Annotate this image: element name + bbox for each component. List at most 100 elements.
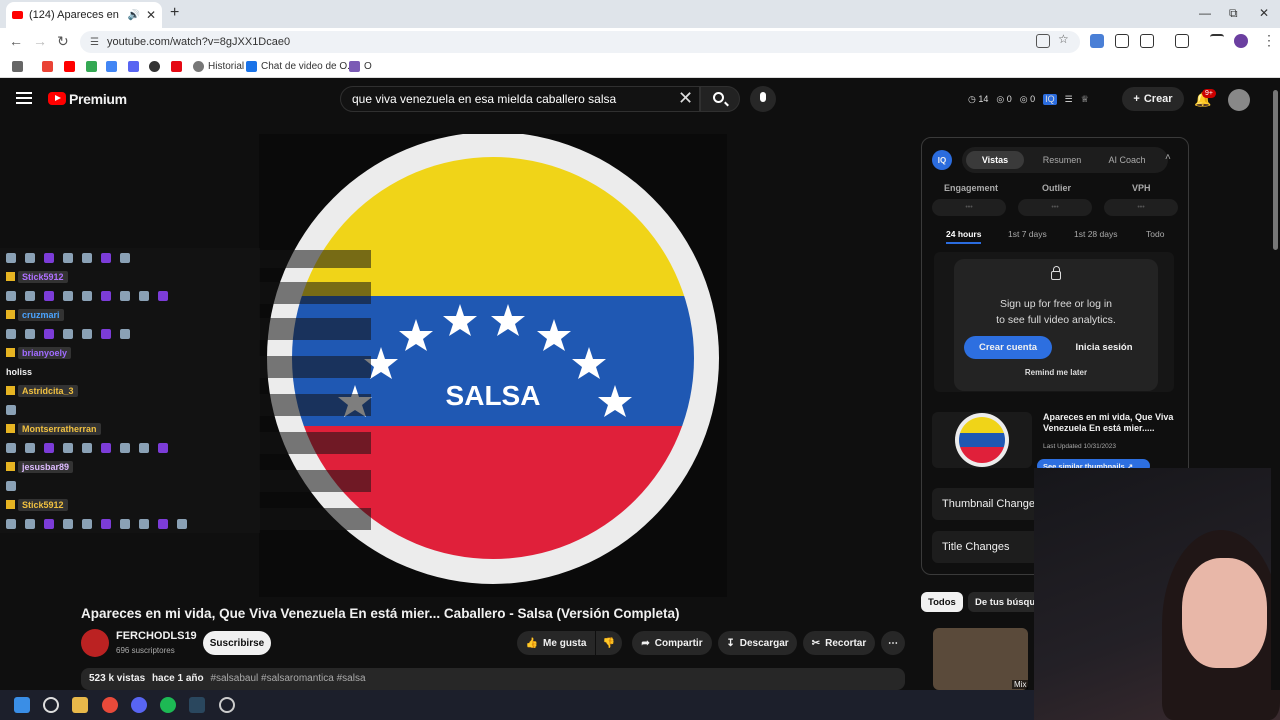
list-icon[interactable]: ☰ <box>1065 94 1073 105</box>
chat-emote-icon <box>63 518 73 529</box>
discord-icon[interactable] <box>131 697 147 713</box>
chip-todos[interactable]: Todos <box>921 592 963 612</box>
chat-emote-icon <box>120 290 130 301</box>
iq-extension-icon[interactable]: IQ <box>1043 94 1057 105</box>
collapse-chevron-icon[interactable]: ˄ <box>1165 152 1171 163</box>
new-tab-button[interactable]: + <box>170 4 179 22</box>
youtube-bookmark-icon[interactable] <box>64 61 79 72</box>
engagement-value: ••• <box>932 199 1006 216</box>
close-tab-icon[interactable]: ✕ <box>146 8 156 22</box>
gmail-bookmark-icon[interactable] <box>42 61 57 72</box>
range-28-days[interactable]: 1st 28 days <box>1074 229 1117 239</box>
iq-logo-icon: IQ <box>932 150 952 170</box>
browser-tab[interactable]: (124) Apareces en mi vida, Que 🔊 ✕ <box>6 2 162 28</box>
extension-icon[interactable] <box>1115 34 1129 48</box>
metric-label: VPH <box>1132 183 1151 193</box>
search-input[interactable]: que viva venezuela en esa mielda caballe… <box>340 86 700 112</box>
video-player[interactable]: SALSA <box>259 132 727 597</box>
chrome-icon[interactable] <box>102 697 118 713</box>
chat-emote-icon <box>158 290 168 301</box>
remind-later-link[interactable]: Remind me later <box>954 368 1158 377</box>
chat-username[interactable]: brianyoely <box>18 346 72 359</box>
youtube-logo-icon[interactable] <box>48 92 66 105</box>
maps-bookmark-icon[interactable] <box>86 61 101 72</box>
close-window-button[interactable]: ✕ <box>1259 6 1269 20</box>
search-button[interactable] <box>700 86 740 112</box>
steam-icon[interactable] <box>189 697 205 713</box>
chat-emote-icon <box>101 328 111 339</box>
like-button[interactable]: 👍 Me gusta <box>517 631 595 655</box>
tab-vistas[interactable]: Vistas <box>966 151 1024 169</box>
tab-ai-coach[interactable]: AI Coach <box>1096 151 1158 169</box>
profile-avatar-icon[interactable] <box>1234 34 1248 48</box>
bookmark-o[interactable]: O <box>349 61 372 72</box>
more-actions-button[interactable]: ⋯ <box>881 631 905 655</box>
tab-title: (124) Apareces en mi vida, Que <box>29 9 121 21</box>
extensions-puzzle-icon[interactable] <box>1140 34 1154 48</box>
clear-search-icon[interactable]: ✕ <box>678 89 693 107</box>
subscribe-button[interactable]: Suscribirse <box>203 631 271 655</box>
thumbnail-preview <box>932 412 1032 468</box>
range-7-days[interactable]: 1st 7 days <box>1008 229 1047 239</box>
bookmark-icon[interactable] <box>149 61 164 72</box>
netflix-bookmark-icon[interactable] <box>171 61 186 72</box>
bookmark-star-icon[interactable]: ☆ <box>1058 32 1072 46</box>
reading-list-icon[interactable] <box>1175 34 1189 48</box>
obs-icon[interactable] <box>219 697 235 713</box>
download-button[interactable]: ↧ Descargar <box>718 631 797 655</box>
hashtags[interactable]: #salsabaul #salsaromantica #salsa <box>210 673 365 684</box>
audio-playing-icon[interactable]: 🔊 <box>127 10 139 21</box>
create-button[interactable]: + Crear <box>1122 87 1184 111</box>
spotify-icon[interactable] <box>160 697 176 713</box>
file-explorer-icon[interactable] <box>72 697 88 713</box>
dislike-button[interactable]: 👎 <box>596 631 622 655</box>
clip-button[interactable]: ✂ Recortar <box>803 631 875 655</box>
page-scrollbar[interactable] <box>1271 80 1280 690</box>
restore-button[interactable]: ⧉ <box>1229 6 1238 21</box>
minimize-button[interactable]: — <box>1199 6 1211 20</box>
brand-label[interactable]: Premium <box>69 91 127 107</box>
back-arrow-icon[interactable]: ← <box>9 33 23 49</box>
chat-username[interactable]: jesusbar89 <box>18 460 74 473</box>
chat-username[interactable]: Montserratherran <box>18 422 101 435</box>
chat-username[interactable]: Stick5912 <box>18 270 68 283</box>
range-todo[interactable]: Todo <box>1146 229 1164 239</box>
discord-bookmark-icon[interactable] <box>128 61 143 72</box>
chat-username[interactable]: Astridcita_3 <box>18 384 78 397</box>
windows-start-icon[interactable] <box>14 697 30 713</box>
chat-username[interactable]: cruzmari <box>18 308 64 321</box>
create-account-button[interactable]: Crear cuenta <box>964 336 1052 359</box>
cast-icon[interactable] <box>1036 34 1050 48</box>
description-box[interactable]: 523 k vistas hace 1 año #salsabaul #sals… <box>81 668 905 690</box>
taskbar-search-icon[interactable] <box>43 697 59 713</box>
channel-avatar[interactable] <box>81 629 109 657</box>
channel-name[interactable]: FERCHODLS19 <box>116 630 197 642</box>
reload-icon[interactable]: ↻ <box>57 33 69 50</box>
chat-emote-icon <box>44 290 54 301</box>
menu-icon[interactable] <box>16 92 32 104</box>
voice-search-button[interactable] <box>750 86 776 112</box>
bookmark-icon[interactable] <box>106 61 121 72</box>
bookmark-history[interactable]: Historial <box>193 61 244 72</box>
address-bar[interactable]: ☰ youtube.com/watch?v=8gJXX1Dcae0 <box>80 31 1080 53</box>
site-info-icon[interactable]: ☰ <box>90 37 99 48</box>
extension-stats: ◷ 14 ◎ 0 ◎ 0 IQ ☰ ♕ <box>968 94 1089 105</box>
range-24-hours[interactable]: 24 hours <box>946 229 982 244</box>
microphone-icon <box>760 92 766 102</box>
browser-menu-icon[interactable]: ⋮ <box>1262 32 1276 49</box>
trophy-icon[interactable]: ♕ <box>1081 94 1089 105</box>
chat-emote-icon <box>120 328 130 339</box>
downloads-icon[interactable] <box>1210 34 1224 48</box>
scrollbar-thumb[interactable] <box>1273 90 1278 250</box>
bookmark-video-chat[interactable]: Chat de video de O... <box>246 61 356 72</box>
login-button[interactable]: Inicia sesión <box>1064 336 1144 359</box>
share-button[interactable]: ➦ Compartir <box>632 631 712 655</box>
apps-grid-icon[interactable] <box>12 61 27 72</box>
account-avatar[interactable] <box>1228 89 1250 111</box>
chat-emote-icon <box>25 252 35 263</box>
tab-resumen[interactable]: Resumen <box>1032 151 1092 169</box>
chat-emote-icon <box>82 328 92 339</box>
translate-extension-icon[interactable] <box>1090 34 1104 48</box>
chat-username[interactable]: Stick5912 <box>18 498 68 511</box>
forward-arrow-icon[interactable]: → <box>33 33 47 49</box>
